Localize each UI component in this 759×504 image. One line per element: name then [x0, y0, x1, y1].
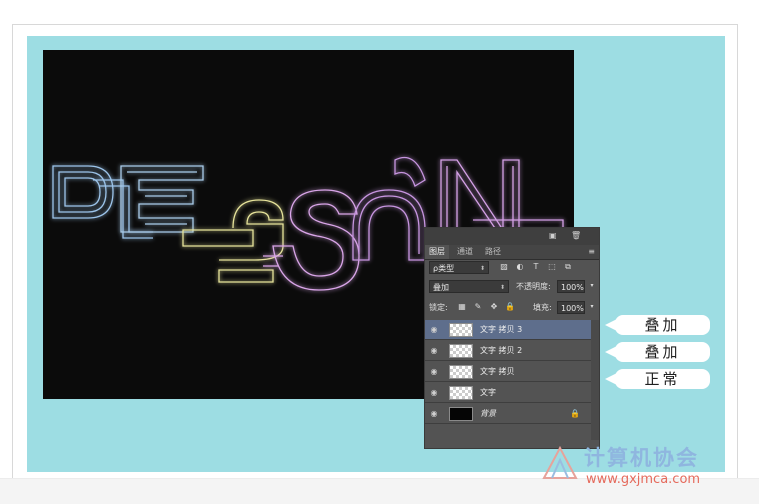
eye-icon[interactable]: ◉: [429, 388, 439, 398]
lock-row: 锁定: ▦ ✎ ✥ 🔒 填充: 100% ▾: [429, 301, 597, 315]
lock-all-icon[interactable]: 🔒: [505, 301, 515, 313]
trash-icon[interactable]: 🗑: [571, 232, 581, 240]
chevron-down-icon: ⬍: [499, 284, 505, 291]
layers-panel: ▣ 🗑 图层 通道 路径 ≡ ρ类型 ⬍ ▨ ◐ T ⬚ ⧉ 叠加 ⬍ 不透明度…: [424, 227, 600, 449]
layer-name: 文字 拷贝 3: [480, 325, 523, 334]
eye-icon[interactable]: ◉: [429, 346, 439, 356]
letter-e: [120, 165, 204, 233]
letter-g: [352, 156, 426, 261]
opacity-value: 100%: [561, 283, 584, 292]
tab-paths[interactable]: 路径: [481, 245, 505, 259]
callout-text: 正常: [644, 370, 681, 388]
eye-icon[interactable]: ◉: [429, 367, 439, 377]
panel-menu-icon[interactable]: ≡: [588, 247, 595, 256]
layers-scrollbar[interactable]: [591, 320, 599, 440]
filter-type-icon[interactable]: T: [531, 261, 541, 273]
filter-smart-icon[interactable]: ⧉: [563, 261, 573, 273]
callout-text: 叠加: [644, 316, 681, 334]
filter-kind-select[interactable]: ρ类型 ⬍: [429, 261, 489, 274]
blend-row: 叠加 ⬍ 不透明度: 100% ▾: [429, 280, 597, 294]
fill-value: 100%: [561, 304, 584, 313]
callout-text: 叠加: [644, 343, 681, 361]
lock-transparent-icon[interactable]: ▦: [457, 301, 467, 313]
tab-channels[interactable]: 通道: [453, 245, 477, 259]
layer-thumbnail: [449, 344, 473, 358]
filter-adjust-icon[interactable]: ◐: [515, 261, 525, 273]
layer-row[interactable]: ◉ 文字: [425, 383, 592, 403]
callout-blend-1: 叠加: [605, 315, 710, 335]
letter-s-yellow: [182, 199, 284, 283]
blend-mode-value: 叠加: [433, 283, 449, 292]
layer-thumbnail: [449, 407, 473, 421]
lock-move-icon[interactable]: ✥: [489, 301, 499, 313]
fill-dropdown-icon[interactable]: ▾: [587, 301, 597, 313]
tab-layers[interactable]: 图层: [425, 245, 449, 259]
new-layer-icon[interactable]: ▣: [549, 232, 557, 240]
fill-label: 填充:: [533, 303, 552, 312]
watermark-url: www.gxjmca.com: [586, 472, 701, 487]
callout-blend-3: 正常: [605, 369, 710, 389]
layer-row[interactable]: ◉ 文字 拷贝 3: [425, 320, 592, 340]
filter-kind-label: ρ类型: [433, 264, 455, 273]
filter-pixel-icon[interactable]: ▨: [499, 261, 509, 273]
opacity-label: 不透明度:: [516, 282, 551, 291]
layer-thumbnail: [449, 323, 473, 337]
filter-row: ρ类型 ⬍ ▨ ◐ T ⬚ ⧉: [429, 261, 597, 275]
layer-thumbnail: [449, 386, 473, 400]
layer-name: 文字 拷贝 2: [480, 346, 523, 355]
lock-paint-icon[interactable]: ✎: [473, 301, 483, 313]
panel-tabs: 图层 通道 路径 ≡: [425, 245, 599, 260]
layer-row[interactable]: ◉ 文字 拷贝 2: [425, 341, 592, 361]
opacity-input[interactable]: 100%: [557, 280, 585, 293]
opacity-dropdown-icon[interactable]: ▾: [587, 280, 597, 292]
layer-row-background[interactable]: ◉ 背景 🔒: [425, 404, 592, 424]
panel-header: ▣ 🗑: [425, 228, 599, 245]
watermark-title: 计算机协会: [584, 446, 699, 470]
eye-icon[interactable]: ◉: [429, 409, 439, 419]
watermark-logo-icon: [542, 445, 578, 479]
layer-name: 背景: [480, 409, 496, 418]
watermark: 计算机协会 www.gxjmca.com: [540, 442, 755, 498]
chevron-down-icon: ⬍: [479, 265, 485, 272]
layer-thumbnail: [449, 365, 473, 379]
lock-icon: 🔒: [570, 409, 580, 418]
layer-name: 文字 拷贝: [480, 367, 515, 376]
letter-d: [52, 165, 153, 239]
callout-blend-2: 叠加: [605, 342, 710, 362]
layer-name: 文字: [480, 388, 496, 397]
filter-shape-icon[interactable]: ⬚: [547, 261, 557, 273]
fill-input[interactable]: 100%: [557, 301, 585, 314]
layer-row[interactable]: ◉ 文字 拷贝: [425, 362, 592, 382]
lock-label: 锁定:: [429, 303, 448, 312]
blend-mode-select[interactable]: 叠加 ⬍: [429, 280, 509, 293]
eye-icon[interactable]: ◉: [429, 325, 439, 335]
